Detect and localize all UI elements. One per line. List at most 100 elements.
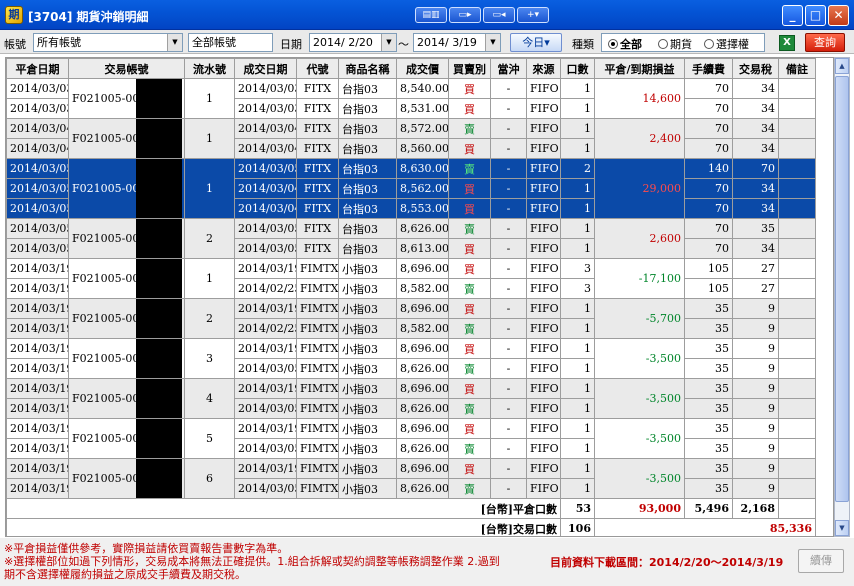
- column-header[interactable]: 代號: [296, 58, 339, 79]
- close-date-cell: 2014/03/03: [6, 98, 69, 119]
- scroll-down-icon[interactable]: ▼: [835, 520, 849, 536]
- fee-cell: 35: [684, 358, 733, 379]
- remark-cell: [778, 458, 816, 479]
- restore-window-icon[interactable]: ▭◂: [483, 7, 515, 23]
- table-row[interactable]: 2014/03/05 F021005-005 1 2014/03/05 FITX 台指03…: [6, 158, 816, 219]
- chevron-down-icon[interactable]: ▼: [381, 34, 396, 51]
- table-row[interactable]: 2014/03/19 F021005-005 1 2014/03/19 FIMTX 小指0…: [6, 258, 816, 299]
- redaction-mask: [136, 379, 182, 418]
- qty-cell: 1: [560, 218, 595, 239]
- column-header[interactable]: 口數: [560, 58, 595, 79]
- tax-cell: 34: [732, 178, 779, 199]
- account-select[interactable]: 所有帳號 ▼: [33, 33, 183, 52]
- close-button[interactable]: ✕: [828, 5, 849, 26]
- account-select-value: 所有帳號: [37, 36, 81, 49]
- trade-date-cell: 2014/03/05: [234, 478, 297, 499]
- column-header[interactable]: 交易稅: [732, 58, 779, 79]
- daytrade-cell: -: [490, 118, 527, 139]
- column-header[interactable]: 買賣別: [448, 58, 491, 79]
- side-cell: 買: [448, 138, 491, 159]
- radio-options-label: 選擇權: [716, 38, 749, 51]
- table-row[interactable]: 2014/03/19 F021005-005 4 2014/03/19 FIMTX 小指0…: [6, 378, 816, 419]
- source-cell: FIFO: [526, 218, 561, 239]
- column-header[interactable]: 交易帳號: [68, 58, 185, 79]
- trade-date-cell: 2014/02/25: [234, 318, 297, 339]
- scroll-up-icon[interactable]: ▲: [835, 58, 849, 74]
- column-header[interactable]: 成交價: [396, 58, 449, 79]
- remark-cell: [778, 258, 816, 279]
- price-cell: 8,696.00: [396, 298, 449, 319]
- pl-cell: -3,500: [594, 418, 685, 459]
- chevron-down-icon[interactable]: ▼: [485, 34, 500, 51]
- seq-cell: 1: [184, 158, 235, 219]
- continue-button[interactable]: 續傳: [798, 549, 844, 573]
- table-row[interactable]: 2014/03/19 F021005-005 3 2014/03/19 FIMTX 小指0…: [6, 338, 816, 379]
- price-cell: 8,696.00: [396, 338, 449, 359]
- close-date-cell: 2014/03/19: [6, 298, 69, 319]
- column-header[interactable]: 備註: [778, 58, 816, 79]
- fee-cell: 35: [684, 418, 733, 439]
- radio-options[interactable]: 選擇權: [704, 36, 749, 52]
- product-name-cell: 小指03: [338, 378, 397, 399]
- fee-cell: 35: [684, 318, 733, 339]
- side-cell: 賣: [448, 398, 491, 419]
- radio-all[interactable]: 全部: [608, 36, 642, 52]
- side-cell: 買: [448, 198, 491, 219]
- date-from-picker[interactable]: 2014/ 2/20 ▼: [309, 33, 397, 52]
- product-name-cell: 台指03: [338, 218, 397, 239]
- redaction-mask: [136, 339, 182, 378]
- qty-cell: 1: [560, 138, 595, 159]
- sub-account-field[interactable]: 全部帳號: [188, 33, 273, 52]
- pl-cell: -3,500: [594, 458, 685, 499]
- pl-cell: 2,600: [594, 218, 685, 259]
- tax-cell: 9: [732, 298, 779, 319]
- table-row[interactable]: 2014/03/05 F021005-005 2 2014/03/05 FITX 台指03…: [6, 218, 816, 259]
- code-cell: FIMTX: [296, 478, 339, 499]
- scroll-thumb[interactable]: [835, 76, 849, 502]
- column-header[interactable]: 手續費: [684, 58, 733, 79]
- side-cell: 賣: [448, 278, 491, 299]
- excel-export-icon[interactable]: X: [779, 35, 795, 51]
- remark-cell: [778, 478, 816, 499]
- qty-cell: 1: [560, 458, 595, 479]
- query-button[interactable]: 查詢: [805, 33, 845, 52]
- table-row[interactable]: 2014/03/03 F021005-005 1 2014/03/03 FITX 台指03…: [6, 78, 816, 119]
- column-header[interactable]: 平倉/到期損益: [594, 58, 685, 79]
- today-button[interactable]: 今日▾: [510, 33, 562, 52]
- qty-cell: 1: [560, 98, 595, 119]
- product-name-cell: 台指03: [338, 178, 397, 199]
- column-header[interactable]: 流水號: [184, 58, 235, 79]
- plus-icon[interactable]: +▾: [517, 7, 549, 23]
- radio-futures[interactable]: 期貨: [658, 36, 692, 52]
- table-row[interactable]: 2014/03/19 F021005-005 2 2014/03/19 FIMTX 小指0…: [6, 298, 816, 339]
- column-header[interactable]: 平倉日期: [6, 58, 69, 79]
- tax-cell: 9: [732, 378, 779, 399]
- date-label: 日期: [280, 38, 302, 51]
- daytrade-cell: -: [490, 458, 527, 479]
- table-row[interactable]: 2014/03/19 F021005-005 5 2014/03/19 FIMTX 小指0…: [6, 418, 816, 459]
- remark-cell: [778, 378, 816, 399]
- daytrade-cell: -: [490, 338, 527, 359]
- layout-icon[interactable]: ▤▥: [415, 7, 447, 23]
- maximize-button[interactable]: □: [805, 5, 826, 26]
- table-row[interactable]: 2014/03/19 F021005-005 6 2014/03/19 FIMTX 小指0…: [6, 458, 816, 499]
- seq-cell: 1: [184, 258, 235, 299]
- fee-cell: 35: [684, 338, 733, 359]
- vertical-scrollbar[interactable]: ▲ ▼: [834, 57, 850, 537]
- daytrade-cell: -: [490, 158, 527, 179]
- tax-cell: 34: [732, 198, 779, 219]
- tax-cell: 9: [732, 338, 779, 359]
- column-header[interactable]: 來源: [526, 58, 561, 79]
- code-cell: FITX: [296, 158, 339, 179]
- table-row[interactable]: 2014/03/04 F021005-005 1 2014/03/04 FITX 台指03…: [6, 118, 816, 159]
- date-to-picker[interactable]: 2014/ 3/19 ▼: [413, 33, 501, 52]
- column-header[interactable]: 商品名稱: [338, 58, 397, 79]
- column-header[interactable]: 當沖: [490, 58, 527, 79]
- minimize-button[interactable]: _: [782, 5, 803, 26]
- column-header[interactable]: 成交日期: [234, 58, 297, 79]
- code-cell: FIMTX: [296, 278, 339, 299]
- window-icon[interactable]: ▭▸: [449, 7, 481, 23]
- fee-cell: 35: [684, 478, 733, 499]
- price-cell: 8,582.00: [396, 278, 449, 299]
- chevron-down-icon[interactable]: ▼: [167, 34, 182, 51]
